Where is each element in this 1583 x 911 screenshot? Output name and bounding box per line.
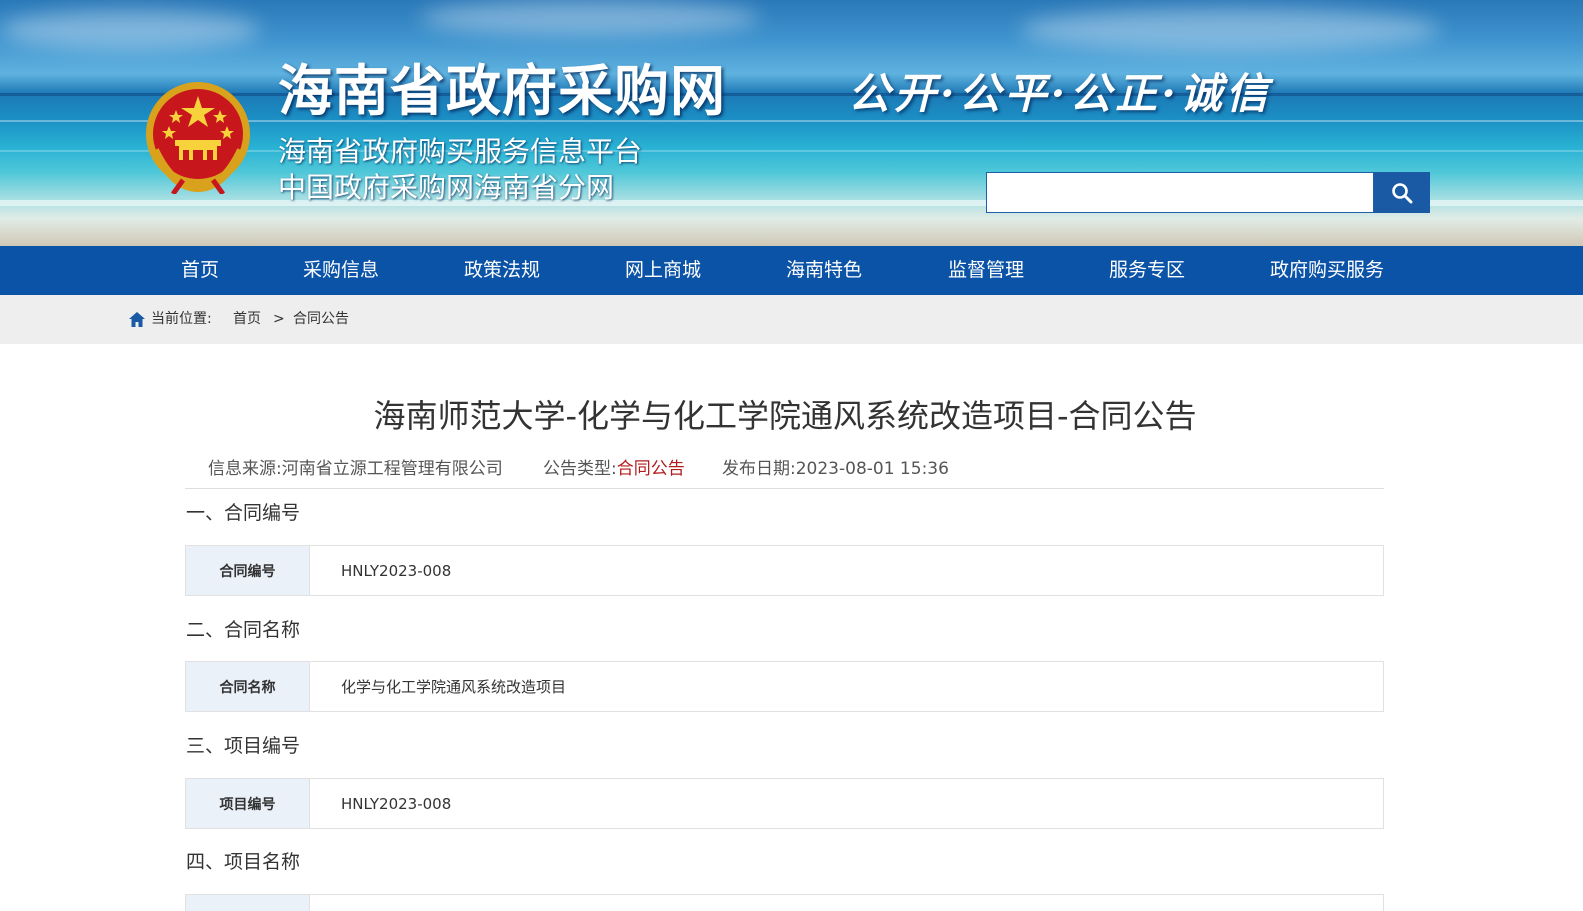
search-button[interactable] bbox=[1374, 172, 1430, 213]
nav-item-online-mall[interactable]: 网上商城 bbox=[625, 246, 701, 295]
section-heading: 一、合同编号 bbox=[186, 502, 301, 524]
info-table-key bbox=[186, 895, 310, 911]
search-input[interactable] bbox=[986, 172, 1374, 213]
nav-item-gov-purchase-services[interactable]: 政府购买服务 bbox=[1270, 246, 1384, 295]
meta-source-value: 河南省立源工程管理有限公司 bbox=[281, 459, 503, 479]
site-title: 海南省政府采购网 bbox=[278, 59, 727, 123]
section-heading: 三、项目编号 bbox=[186, 735, 301, 757]
sky-cloud bbox=[1020, 8, 1440, 52]
section-heading: 二、合同名称 bbox=[186, 619, 301, 641]
meta-source: 信息来源:河南省立源工程管理有限公司 bbox=[208, 456, 503, 482]
nav-item-procurement-info[interactable]: 采购信息 bbox=[303, 246, 379, 295]
info-table-value: HNLY2023-008 bbox=[341, 561, 452, 580]
info-table-row: 合同编号 HNLY2023-008 bbox=[185, 545, 1384, 596]
info-table-row bbox=[185, 894, 1384, 911]
meta-date-label: 发布日期: bbox=[722, 459, 796, 479]
info-table-key: 项目编号 bbox=[186, 779, 310, 828]
nav-item-supervision[interactable]: 监督管理 bbox=[948, 246, 1024, 295]
info-table-value bbox=[310, 895, 341, 911]
meta-type: 公告类型:合同公告 bbox=[543, 456, 685, 482]
nav-item-service-zone[interactable]: 服务专区 bbox=[1109, 246, 1185, 295]
info-table-key: 合同编号 bbox=[186, 546, 310, 595]
info-table-row: 项目编号 HNLY2023-008 bbox=[185, 778, 1384, 829]
meta-type-label: 公告类型: bbox=[543, 459, 617, 479]
info-table-value: HNLY2023-008 bbox=[341, 794, 452, 813]
nav-item-hainan-features[interactable]: 海南特色 bbox=[786, 246, 862, 295]
breadcrumb-current[interactable]: 合同公告 bbox=[293, 295, 349, 344]
meta-source-label: 信息来源: bbox=[208, 459, 282, 479]
breadcrumb: 当前位置: 首页 > 合同公告 bbox=[0, 295, 1583, 344]
home-icon bbox=[129, 312, 145, 327]
site-motto: 公开·公平·公正·诚信 bbox=[848, 69, 1272, 118]
info-table-value: 化学与化工学院通风系统改造项目 bbox=[341, 678, 567, 696]
site-subtitle-secondary: 中国政府采购网海南省分网 bbox=[278, 171, 615, 204]
info-table-row: 合同名称 化学与化工学院通风系统改造项目 bbox=[185, 661, 1384, 712]
sky-cloud bbox=[0, 10, 260, 50]
breadcrumb-separator: > bbox=[273, 311, 285, 327]
site-subtitle: 海南省政府购买服务信息平台 bbox=[278, 135, 643, 168]
meta-divider bbox=[185, 488, 1384, 489]
page-title: 海南师范大学-化学与化工学院通风系统改造项目-合同公告 bbox=[373, 397, 1197, 435]
info-table-key: 合同名称 bbox=[186, 662, 310, 711]
meta-date-value: 2023-08-01 15:36 bbox=[795, 459, 949, 479]
national-emblem-icon bbox=[146, 82, 250, 194]
search-icon bbox=[1392, 182, 1413, 203]
section-heading: 四、项目名称 bbox=[186, 851, 301, 873]
breadcrumb-home-link[interactable]: 首页 bbox=[233, 295, 261, 344]
sky-cloud bbox=[420, 0, 760, 36]
main-nav: 首页 采购信息 政策法规 网上商城 海南特色 监督管理 服务专区 政府购买服务 bbox=[0, 246, 1583, 295]
meta-date: 发布日期:2023-08-01 15:36 bbox=[722, 456, 949, 482]
nav-item-home[interactable]: 首页 bbox=[181, 246, 219, 295]
breadcrumb-prefix: 当前位置: bbox=[151, 311, 212, 327]
nav-item-policies[interactable]: 政策法规 bbox=[464, 246, 540, 295]
header-banner: 海南省政府采购网 海南省政府购买服务信息平台 中国政府采购网海南省分网 公开·公… bbox=[0, 0, 1583, 246]
meta-type-value: 合同公告 bbox=[616, 459, 685, 479]
